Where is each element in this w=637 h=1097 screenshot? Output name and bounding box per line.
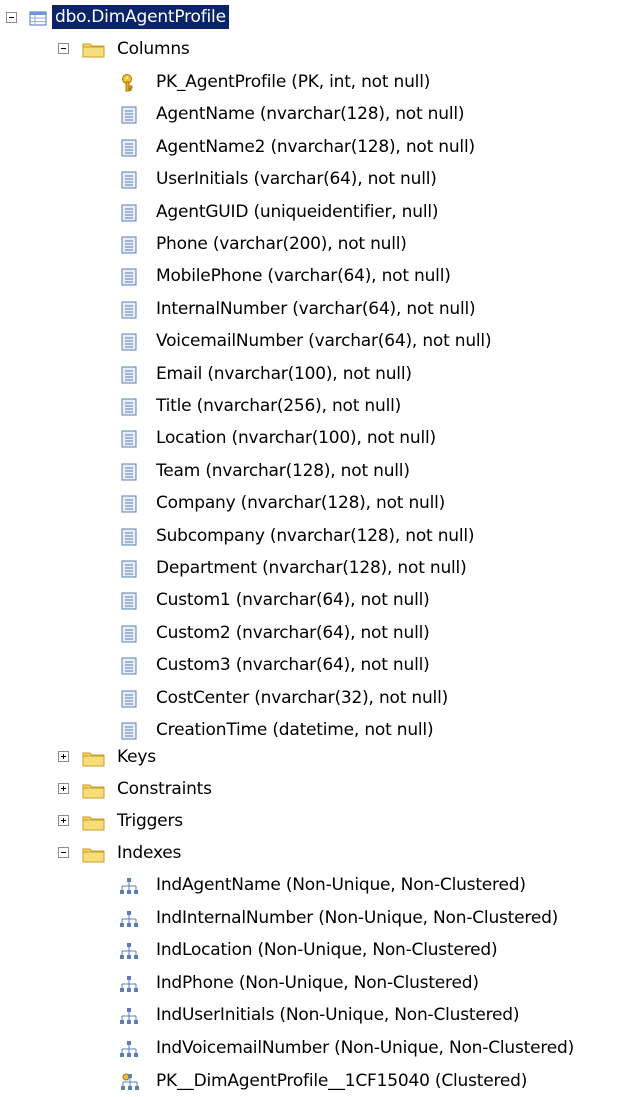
index-item[interactable]: IndVoicemailNumber (Non-Unique, Non-Clus… bbox=[156, 1036, 574, 1060]
column-icon bbox=[119, 429, 139, 449]
column-item[interactable]: AgentName2 (nvarchar(128), not null) bbox=[156, 135, 475, 159]
folder-icon bbox=[82, 812, 105, 832]
columns-collapse-toggle[interactable] bbox=[58, 43, 69, 54]
column-item[interactable]: Company (nvarchar(128), not null) bbox=[156, 491, 445, 515]
column-item[interactable]: Custom3 (nvarchar(64), not null) bbox=[156, 653, 430, 677]
column-icon bbox=[119, 527, 139, 547]
expand-toggle-keys[interactable] bbox=[58, 751, 69, 762]
column-item[interactable]: Email (nvarchar(100), not null) bbox=[156, 362, 412, 386]
column-item[interactable]: Department (nvarchar(128), not null) bbox=[156, 556, 467, 580]
column-item[interactable]: AgentName (nvarchar(128), not null) bbox=[156, 102, 465, 126]
folder-icon bbox=[82, 39, 105, 59]
index-icon bbox=[119, 1006, 139, 1026]
column-item[interactable]: Title (nvarchar(256), not null) bbox=[156, 394, 401, 418]
collapse-toggle-indexes[interactable] bbox=[58, 847, 69, 858]
column-item[interactable]: Team (nvarchar(128), not null) bbox=[156, 459, 410, 483]
expand-toggle-constraints[interactable] bbox=[58, 783, 69, 794]
column-icon bbox=[119, 332, 139, 352]
folder-icon bbox=[82, 780, 105, 800]
column-item[interactable]: Custom2 (nvarchar(64), not null) bbox=[156, 621, 430, 645]
index-item[interactable]: IndUserInitials (Non-Unique, Non-Cluster… bbox=[156, 1003, 520, 1027]
folder-icon bbox=[82, 844, 105, 864]
column-item[interactable]: PK_AgentProfile (PK, int, not null) bbox=[156, 70, 430, 94]
expand-toggle-triggers[interactable] bbox=[58, 815, 69, 826]
key-icon bbox=[119, 73, 139, 93]
folder-constraints-label[interactable]: Constraints bbox=[117, 777, 212, 801]
index-icon bbox=[119, 1039, 139, 1059]
column-icon bbox=[119, 138, 139, 158]
column-item[interactable]: UserInitials (varchar(64), not null) bbox=[156, 167, 437, 191]
column-item[interactable]: Location (nvarchar(100), not null) bbox=[156, 426, 436, 450]
column-icon bbox=[119, 203, 139, 223]
index-icon bbox=[119, 876, 139, 896]
column-item[interactable]: InternalNumber (varchar(64), not null) bbox=[156, 297, 476, 321]
column-icon bbox=[119, 494, 139, 514]
index-item[interactable]: IndInternalNumber (Non-Unique, Non-Clust… bbox=[156, 906, 558, 930]
index-icon bbox=[119, 941, 139, 961]
column-icon bbox=[119, 267, 139, 287]
column-icon bbox=[119, 624, 139, 644]
clustered-index-icon bbox=[119, 1072, 139, 1092]
index-icon bbox=[119, 974, 139, 994]
column-item[interactable]: CreationTime (datetime, not null) bbox=[156, 718, 434, 742]
index-item[interactable]: IndAgentName (Non-Unique, Non-Clustered) bbox=[156, 873, 526, 897]
column-item[interactable]: Custom1 (nvarchar(64), not null) bbox=[156, 588, 430, 612]
folder-triggers-label[interactable]: Triggers bbox=[117, 809, 183, 833]
column-icon bbox=[119, 656, 139, 676]
folder-keys-label[interactable]: Keys bbox=[117, 745, 156, 769]
index-item[interactable]: IndPhone (Non-Unique, Non-Clustered) bbox=[156, 971, 479, 995]
column-icon bbox=[119, 397, 139, 417]
folder-indexes-label[interactable]: Indexes bbox=[117, 841, 181, 865]
column-item[interactable]: AgentGUID (uniqueidentifier, null) bbox=[156, 200, 439, 224]
column-icon bbox=[119, 300, 139, 320]
column-icon bbox=[119, 170, 139, 190]
column-icon bbox=[119, 689, 139, 709]
column-icon bbox=[119, 235, 139, 255]
index-icon bbox=[119, 909, 139, 929]
column-icon bbox=[119, 105, 139, 125]
column-item[interactable]: VoicemailNumber (varchar(64), not null) bbox=[156, 329, 492, 353]
column-icon bbox=[119, 559, 139, 579]
table-node-label[interactable]: dbo.DimAgentProfile bbox=[52, 5, 229, 29]
table-collapse-toggle[interactable] bbox=[6, 12, 17, 23]
column-item[interactable]: Phone (varchar(200), not null) bbox=[156, 232, 407, 256]
column-icon bbox=[119, 462, 139, 482]
column-item[interactable]: MobilePhone (varchar(64), not null) bbox=[156, 264, 451, 288]
table-icon bbox=[28, 8, 48, 28]
index-item[interactable]: PK__DimAgentProfile__1CF15040 (Clustered… bbox=[156, 1069, 527, 1093]
column-icon bbox=[119, 365, 139, 385]
folder-icon bbox=[82, 748, 105, 768]
columns-folder-label[interactable]: Columns bbox=[117, 37, 190, 61]
index-item[interactable]: IndLocation (Non-Unique, Non-Clustered) bbox=[156, 938, 498, 962]
column-icon bbox=[119, 721, 139, 741]
column-icon bbox=[119, 591, 139, 611]
column-item[interactable]: Subcompany (nvarchar(128), not null) bbox=[156, 524, 475, 548]
column-item[interactable]: CostCenter (nvarchar(32), not null) bbox=[156, 686, 448, 710]
